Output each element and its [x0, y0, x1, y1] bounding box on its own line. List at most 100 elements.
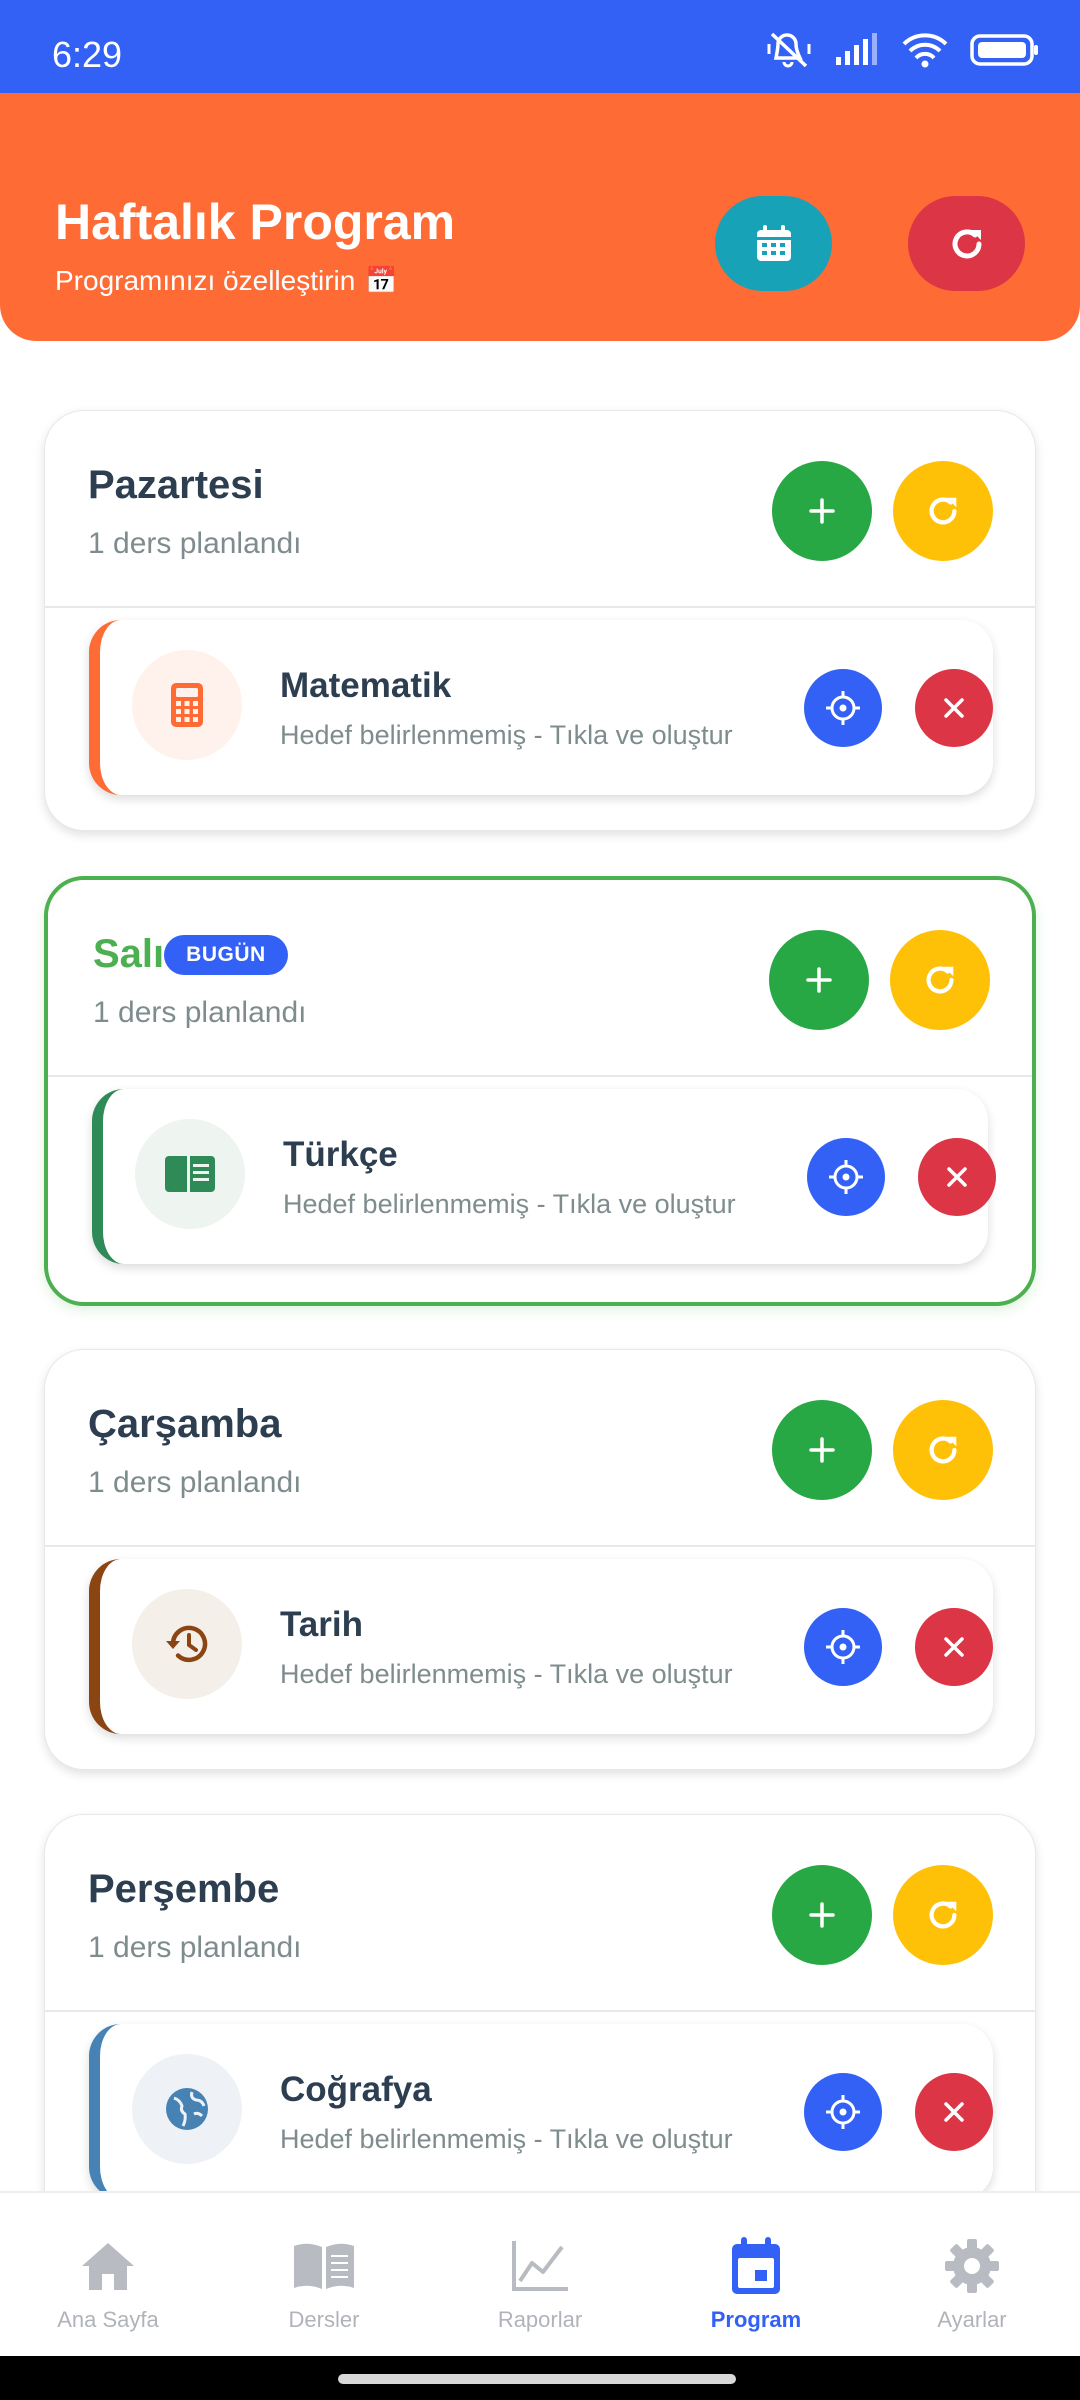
plus-icon: [809, 498, 835, 524]
nav-item-reports[interactable]: Raporlar: [432, 2193, 648, 2358]
close-icon: [947, 1167, 967, 1187]
nav-item-program[interactable]: Program: [648, 2193, 864, 2358]
refresh-icon: [929, 1436, 957, 1464]
chart-line-icon: [512, 2241, 568, 2291]
day-card-pazartesi: Pazartesi 1 ders planlandı Matematik Hed…: [44, 410, 1036, 831]
nav-item-settings[interactable]: Ayarlar: [864, 2193, 1080, 2358]
lesson-goal-hint: Hedef belirlenmemiş - Tıkla ve oluştur: [280, 2124, 733, 2154]
add-lesson-button[interactable]: [769, 930, 869, 1030]
lesson-icon-badge: [132, 2054, 242, 2164]
history-icon: [166, 1625, 208, 1663]
reset-day-button[interactable]: [893, 1865, 993, 1965]
home-indicator[interactable]: [338, 2374, 736, 2384]
lesson-count: 1 ders planlandı: [93, 996, 307, 1029]
day-card-carsamba: Çarşamba 1 ders planlandı Tarih Hedef be…: [44, 1349, 1036, 1770]
lesson-count: 1 ders planlandı: [88, 1466, 302, 1499]
lesson-goal-hint: Hedef belirlenmemiş - Tıkla ve oluştur: [280, 1659, 733, 1689]
lesson-name: Coğrafya: [280, 2070, 432, 2109]
calendar-emoji: 📅: [365, 266, 398, 296]
system-home-bar: [0, 2356, 1080, 2400]
day-header: Salı BUGÜN 1 ders planlandı: [48, 880, 1032, 1077]
lesson-name: Tarih: [280, 1605, 363, 1644]
lesson-count: 1 ders planlandı: [88, 527, 302, 560]
wifi-icon: [902, 33, 948, 68]
lesson-icon-badge: [135, 1119, 245, 1229]
remove-lesson-button[interactable]: [915, 1608, 993, 1686]
bottom-navigation: Ana Sayfa Dersler Raporlar Program Ayarl…: [0, 2191, 1080, 2356]
day-card-persembe: Perşembe 1 ders planlandı Coğrafya Hedef…: [44, 1814, 1036, 2191]
globe-icon: [166, 2088, 208, 2130]
remove-lesson-button[interactable]: [915, 2073, 993, 2151]
lesson-count: 1 ders planlandı: [88, 1931, 302, 1964]
calendar-icon: [732, 2237, 780, 2294]
nav-label: Ayarlar: [937, 2307, 1007, 2332]
add-lesson-button[interactable]: [772, 461, 872, 561]
refresh-icon: [926, 966, 954, 994]
day-name: Salı BUGÜN: [93, 932, 288, 977]
crosshair-icon: [826, 691, 860, 725]
nav-label: Program: [710, 2307, 802, 2332]
day-header: Çarşamba 1 ders planlandı: [45, 1350, 1035, 1547]
page-subtitle-text: Programınızı özelleştirin: [55, 265, 356, 296]
status-bar: 6:29: [0, 0, 1080, 93]
reset-day-button[interactable]: [893, 461, 993, 561]
plus-icon: [809, 1437, 835, 1463]
calendar-button[interactable]: [715, 196, 832, 291]
set-goal-button[interactable]: [804, 1608, 882, 1686]
refresh-icon: [929, 497, 957, 525]
set-goal-button[interactable]: [804, 2073, 882, 2151]
page-title: Haftalık Program: [55, 194, 456, 250]
lesson-item-cografya[interactable]: Coğrafya Hedef belirlenmemiş - Tıkla ve …: [89, 2024, 993, 2191]
close-icon: [944, 2102, 964, 2122]
nav-item-lessons[interactable]: Dersler: [216, 2193, 432, 2358]
refresh-icon: [952, 228, 981, 258]
close-icon: [944, 1637, 964, 1657]
lesson-icon-badge: [132, 1589, 242, 1699]
crosshair-icon: [826, 2095, 860, 2129]
remove-lesson-button[interactable]: [915, 669, 993, 747]
reset-program-button[interactable]: [908, 196, 1025, 291]
remove-lesson-button[interactable]: [918, 1138, 996, 1216]
crosshair-icon: [826, 1630, 860, 1664]
day-header: Pazartesi 1 ders planlandı: [45, 411, 1035, 608]
refresh-icon: [929, 1901, 957, 1929]
lesson-goal-hint: Hedef belirlenmemiş - Tıkla ve oluştur: [283, 1189, 736, 1219]
crosshair-icon: [829, 1160, 863, 1194]
nav-label: Ana Sayfa: [57, 2307, 159, 2332]
add-lesson-button[interactable]: [772, 1400, 872, 1500]
nav-item-home[interactable]: Ana Sayfa: [0, 2193, 216, 2358]
nav-label: Dersler: [288, 2307, 360, 2332]
page-subtitle: Programınızı özelleştirin 📅: [55, 265, 398, 297]
plus-icon: [809, 1902, 835, 1928]
reset-day-button[interactable]: [890, 930, 990, 1030]
set-goal-button[interactable]: [807, 1138, 885, 1216]
calendar-icon: [756, 224, 791, 261]
lesson-name: Matematik: [280, 666, 452, 705]
home-icon: [82, 2243, 134, 2290]
set-goal-button[interactable]: [804, 669, 882, 747]
lesson-goal-hint: Hedef belirlenmemiş - Tıkla ve oluştur: [280, 720, 733, 750]
lesson-icon-badge: [132, 650, 242, 760]
gear-icon: [945, 2239, 999, 2293]
lesson-item-turkce[interactable]: Türkçe Hedef belirlenmemiş - Tıkla ve ol…: [92, 1089, 996, 1264]
book-open-icon: [165, 1156, 215, 1192]
reset-day-button[interactable]: [893, 1400, 993, 1500]
weekly-program-list[interactable]: Pazartesi 1 ders planlandı Matematik Hed…: [0, 341, 1080, 2191]
nav-label: Raporlar: [497, 2307, 583, 2332]
page-header: Haftalık Program Programınızı özelleştir…: [0, 93, 1080, 341]
day-name: Perşembe: [88, 1867, 279, 1912]
day-name-text: Salı: [93, 932, 165, 976]
book-icon: [294, 2243, 354, 2289]
add-lesson-button[interactable]: [772, 1865, 872, 1965]
day-name-text: Perşembe: [88, 1867, 280, 1911]
today-badge: BUGÜN: [164, 934, 288, 975]
battery-icon: [970, 34, 1038, 66]
lesson-item-tarih[interactable]: Tarih Hedef belirlenmemiş - Tıkla ve olu…: [89, 1559, 993, 1734]
day-name-text: Çarşamba: [88, 1402, 282, 1446]
status-time: 6:29: [52, 34, 123, 75]
mute-vibrate-icon: [767, 32, 811, 68]
status-icons: [766, 30, 1040, 70]
lesson-item-matematik[interactable]: Matematik Hedef belirlenmemiş - Tıkla ve…: [89, 620, 993, 795]
close-icon: [944, 698, 964, 718]
day-name: Çarşamba: [88, 1402, 281, 1447]
